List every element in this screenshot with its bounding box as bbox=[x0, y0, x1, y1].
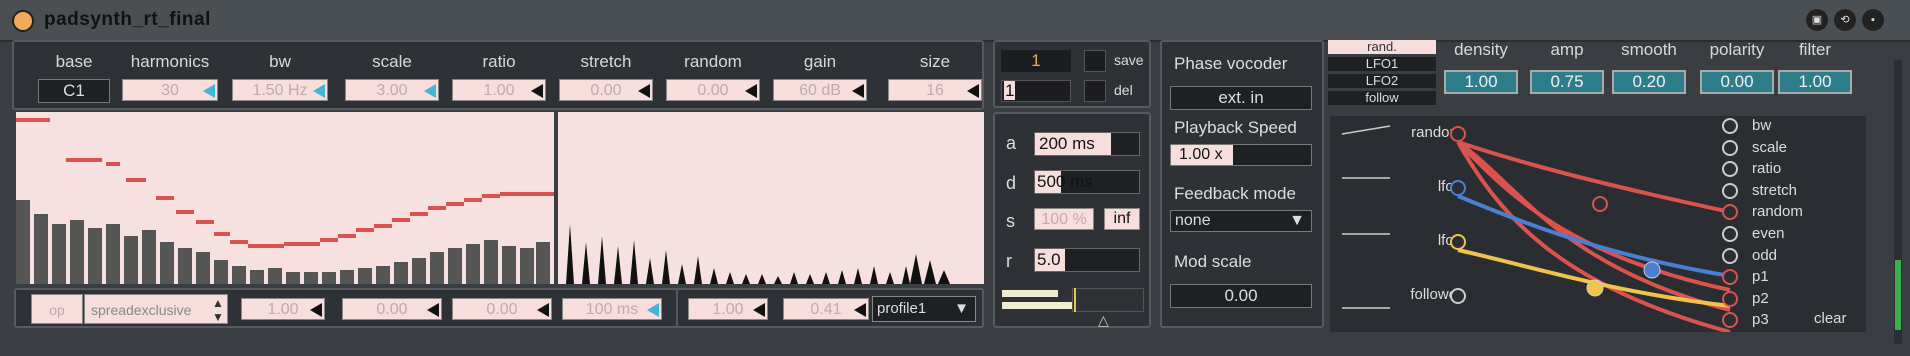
harmonic-editor[interactable] bbox=[16, 112, 554, 284]
device-title: padsynth_rt_final bbox=[44, 9, 211, 30]
mod-label-polarity: polarity bbox=[1709, 40, 1765, 59]
target-label-bw: bw bbox=[1752, 117, 1772, 134]
mod-label-filter: filter bbox=[1798, 40, 1832, 59]
ext-in-button[interactable]: ext. in bbox=[1170, 86, 1312, 110]
source-port-random[interactable] bbox=[1450, 126, 1466, 142]
op-field[interactable]: op bbox=[31, 294, 83, 324]
target-label-p2: p2 bbox=[1752, 289, 1769, 307]
sustain-field[interactable]: 100 % bbox=[1034, 208, 1094, 230]
bottom-value-3[interactable]: 0.00 bbox=[452, 298, 552, 320]
profile-select[interactable]: profile1 ▼ bbox=[872, 296, 976, 322]
del-toggle[interactable] bbox=[1084, 80, 1106, 102]
playback-speed-label: Playback Speed bbox=[1174, 118, 1297, 137]
param-label-bw: bw bbox=[269, 52, 291, 71]
param-value-scale[interactable]: 3.00 bbox=[345, 79, 439, 101]
param-label-size: size bbox=[919, 52, 951, 71]
mod-label-density: density bbox=[1454, 40, 1508, 59]
target-label-even: even bbox=[1752, 225, 1785, 242]
save-icon[interactable]: ▪ bbox=[1862, 9, 1884, 31]
output-meter bbox=[1894, 60, 1902, 344]
param-label-gain: gain bbox=[803, 52, 837, 71]
target-label-random: random bbox=[1752, 203, 1803, 221]
param-value-harmonics[interactable]: 30 bbox=[122, 79, 218, 101]
bottom-value-4[interactable]: 100 ms bbox=[562, 298, 662, 320]
save-label: save bbox=[1114, 52, 1144, 68]
meter-triangle-icon[interactable]: △ bbox=[1098, 312, 1109, 329]
attack-label: a bbox=[1006, 133, 1017, 153]
profile-value-1[interactable]: 1.00 bbox=[688, 298, 768, 320]
mode-select[interactable]: spreadexclusive bbox=[84, 294, 228, 324]
decay-label: d bbox=[1006, 173, 1017, 193]
del-label: del bbox=[1114, 82, 1133, 98]
modscale-field[interactable]: 0.00 bbox=[1170, 284, 1312, 308]
target-port-stretch[interactable] bbox=[1722, 182, 1738, 199]
clear-button[interactable]: clear bbox=[1814, 310, 1847, 327]
map-icon[interactable]: ▣ bbox=[1806, 9, 1828, 31]
tab-rand[interactable]: rand. bbox=[1328, 40, 1436, 54]
tab-follow[interactable]: follow bbox=[1328, 91, 1436, 105]
device-toggle-button[interactable] bbox=[12, 10, 34, 32]
title-bar bbox=[0, 0, 1910, 42]
hot-swap-icon[interactable]: ⟲ bbox=[1834, 9, 1856, 31]
harmonic-graph bbox=[16, 118, 554, 284]
param-label-random: random bbox=[684, 52, 742, 71]
param-label-base: base bbox=[55, 52, 93, 71]
param-value-size[interactable]: 16 bbox=[888, 79, 982, 101]
mod-label-amp: amp bbox=[1550, 40, 1584, 59]
mod-value-filter[interactable]: 1.00 bbox=[1778, 70, 1852, 94]
param-value-stretch[interactable]: 0.00 bbox=[559, 79, 653, 101]
mod-value-amp[interactable]: 0.75 bbox=[1530, 70, 1604, 94]
profile-value-2[interactable]: 0.41 bbox=[783, 298, 869, 320]
target-label-p1: p1 bbox=[1752, 268, 1769, 286]
modscale-label: Mod scale bbox=[1174, 252, 1252, 271]
target-port-even[interactable] bbox=[1722, 226, 1738, 242]
target-port-p2[interactable] bbox=[1722, 290, 1738, 307]
target-port-bw[interactable] bbox=[1722, 118, 1738, 134]
playback-speed-field[interactable]: 1.00 x bbox=[1170, 144, 1312, 166]
mod-value-polarity[interactable]: 0.00 bbox=[1700, 70, 1774, 94]
bottom-value-2[interactable]: 0.00 bbox=[342, 298, 442, 320]
param-value-bw[interactable]: 1.50 Hz bbox=[232, 79, 328, 101]
feedback-select[interactable]: none ▼ bbox=[1170, 210, 1312, 232]
bottom-value-1[interactable]: 1.00 bbox=[241, 298, 325, 320]
feedback-label: Feedback mode bbox=[1174, 184, 1296, 203]
inf-button[interactable]: inf bbox=[1104, 208, 1140, 230]
target-port-odd[interactable] bbox=[1722, 247, 1738, 264]
preset-number[interactable]: 1 bbox=[1001, 50, 1071, 72]
param-value-random[interactable]: 0.00 bbox=[666, 79, 760, 101]
source-port-follower[interactable] bbox=[1450, 288, 1466, 304]
preset-number-2[interactable]: 1 bbox=[1001, 80, 1071, 102]
decay-field[interactable]: 500 ms bbox=[1034, 170, 1140, 194]
target-label-ratio: ratio bbox=[1752, 160, 1782, 178]
tab-lfo1[interactable]: LFO1 bbox=[1328, 57, 1436, 71]
source-port-lfo1[interactable] bbox=[1450, 180, 1466, 196]
param-label-scale: scale bbox=[372, 52, 412, 71]
param-value-ratio[interactable]: 1.00 bbox=[452, 79, 546, 101]
level-meter bbox=[1002, 288, 1144, 318]
mod-value-smooth[interactable]: 0.20 bbox=[1612, 70, 1686, 94]
mod-value-density[interactable]: 1.00 bbox=[1444, 70, 1518, 94]
target-label-stretch: stretch bbox=[1752, 181, 1798, 199]
attack-field[interactable]: 200 ms bbox=[1034, 132, 1140, 156]
target-label-scale: scale bbox=[1752, 138, 1788, 156]
stepper-icon[interactable]: ▲ ▼ bbox=[212, 296, 224, 324]
param-value-base[interactable]: C1 bbox=[38, 79, 110, 103]
mod-label-smooth: smooth bbox=[1621, 40, 1677, 59]
param-label-stretch: stretch bbox=[580, 52, 632, 71]
source-port-lfo2[interactable] bbox=[1450, 234, 1466, 250]
spectrum-view bbox=[558, 112, 984, 284]
param-label-ratio: ratio bbox=[482, 52, 516, 71]
target-label-odd: odd bbox=[1752, 246, 1778, 264]
vocoder-title: Phase vocoder bbox=[1174, 54, 1288, 73]
param-value-gain[interactable]: 60 dB bbox=[773, 79, 867, 101]
sustain-label: s bbox=[1006, 211, 1015, 231]
release-label: r bbox=[1006, 251, 1012, 271]
target-port-scale[interactable] bbox=[1722, 139, 1738, 156]
tab-lfo2[interactable]: LFO2 bbox=[1328, 74, 1436, 88]
spectrum-graph bbox=[566, 224, 950, 284]
param-label-harmonics: harmonics bbox=[130, 52, 210, 71]
target-label-p3: p3 bbox=[1752, 311, 1769, 329]
save-toggle[interactable] bbox=[1084, 50, 1106, 72]
release-field[interactable]: 5.0 bbox=[1034, 248, 1140, 272]
